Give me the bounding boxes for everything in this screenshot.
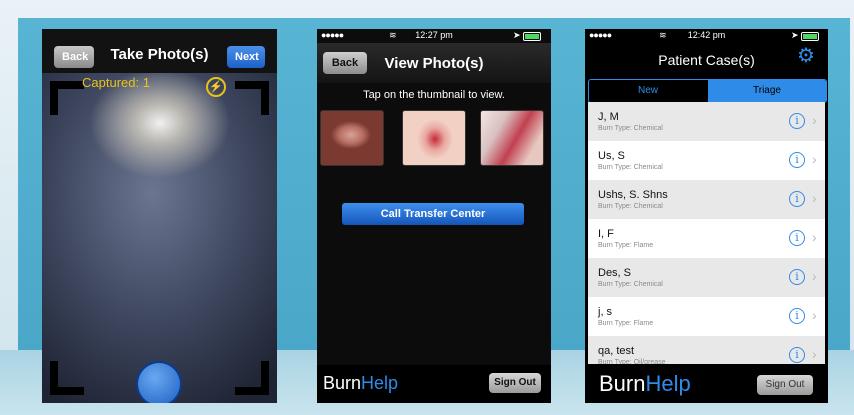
photo-thumbnail[interactable]	[321, 111, 383, 165]
burn-type: Burn Type: Chemical	[598, 164, 663, 171]
frame-corner-icon	[235, 361, 269, 395]
nav-bar: Back Take Photo(s) Next	[42, 29, 277, 73]
info-icon[interactable]: i	[789, 347, 805, 363]
tab-triage[interactable]: Triage	[708, 80, 826, 102]
chevron-right-icon: ›	[812, 307, 817, 323]
chevron-right-icon: ›	[812, 229, 817, 245]
burn-type: Burn Type: Chemical	[598, 125, 663, 132]
list-item[interactable]: J, M Burn Type: Chemical i ›	[588, 102, 825, 141]
patient-cases-screen: ●●●●● ≋ 12:42 pm ➤ Patient Case(s) ⚙ New…	[585, 29, 828, 403]
burn-type: Burn Type: Chemical	[598, 203, 663, 210]
case-list[interactable]: J, M Burn Type: Chemical i › Us, S Burn …	[588, 102, 825, 364]
sign-out-button[interactable]: Sign Out	[489, 373, 541, 393]
view-photos-screen: ●●●●● ≋ 12:27 pm ➤ Back View Photo(s) Ta…	[317, 29, 551, 403]
frame-corner-icon	[50, 81, 84, 115]
frame-corner-icon	[50, 361, 84, 395]
segmented-control: New Triage	[588, 79, 827, 103]
list-item[interactable]: I, F Burn Type: Flame i ›	[588, 219, 825, 258]
chevron-right-icon: ›	[812, 346, 817, 362]
info-icon[interactable]: i	[789, 191, 805, 207]
gear-icon[interactable]: ⚙	[797, 46, 815, 66]
footer-bar: BurnHelp Sign Out	[585, 365, 828, 403]
patient-name: qa, test	[598, 345, 635, 357]
camera-viewfinder[interactable]: Captured: 1 ⚡	[42, 73, 277, 403]
call-transfer-center-button[interactable]: Call Transfer Center	[342, 203, 524, 225]
list-item[interactable]: qa, test Burn Type: Oil/grease i ›	[588, 336, 825, 364]
info-icon[interactable]: i	[789, 230, 805, 246]
info-icon[interactable]: i	[789, 269, 805, 285]
patient-name: I, F	[598, 228, 614, 240]
burn-type: Burn Type: Flame	[598, 320, 654, 327]
battery-icon	[523, 32, 541, 41]
status-bar: ●●●●● ≋ 12:27 pm ➤	[317, 29, 551, 43]
chevron-right-icon: ›	[812, 151, 817, 167]
patient-name: j, s	[598, 306, 613, 318]
chevron-right-icon: ›	[812, 190, 817, 206]
page-title: View Photo(s)	[384, 55, 484, 72]
list-item[interactable]: Us, S Burn Type: Chemical i ›	[588, 141, 825, 180]
info-icon[interactable]: i	[789, 308, 805, 324]
logo-part: Burn	[323, 373, 362, 393]
flash-off-icon[interactable]: ⚡	[206, 77, 226, 97]
instruction-text: Tap on the thumbnail to view.	[363, 89, 505, 101]
sign-out-button[interactable]: Sign Out	[757, 375, 813, 395]
location-icon: ➤	[791, 30, 799, 40]
info-icon[interactable]: i	[789, 113, 805, 129]
shutter-button[interactable]	[138, 363, 180, 403]
next-button[interactable]: Next	[227, 46, 265, 68]
photo-thumbnail[interactable]	[481, 111, 543, 165]
chevron-right-icon: ›	[812, 268, 817, 284]
burn-type: Burn Type: Flame	[598, 242, 654, 249]
footer-bar: BurnHelp Sign Out	[317, 365, 551, 403]
chevron-right-icon: ›	[812, 112, 817, 128]
list-item[interactable]: Des, S Burn Type: Chemical i ›	[588, 258, 825, 297]
list-item[interactable]: j, s Burn Type: Flame i ›	[588, 297, 825, 336]
page-title: Patient Case(s)	[658, 52, 755, 68]
battery-icon	[801, 32, 819, 41]
patient-name: Ushs, S. Shns	[598, 189, 668, 201]
camera-screen: Back Take Photo(s) Next Captured: 1 ⚡	[42, 29, 277, 403]
burnhelp-logo: BurnHelp	[599, 371, 691, 397]
photo-thumbnail[interactable]	[403, 111, 465, 165]
patient-name: J, M	[598, 111, 619, 123]
status-bar: ●●●●● ≋ 12:42 pm ➤	[585, 29, 828, 43]
patient-name: Des, S	[598, 267, 632, 279]
patient-name: Us, S	[598, 150, 625, 162]
frame-corner-icon	[235, 81, 269, 115]
logo-part: Help	[361, 373, 399, 393]
burnhelp-logo: BurnHelp	[323, 373, 398, 394]
nav-bar: Patient Case(s) ⚙	[585, 43, 828, 75]
logo-part: Burn	[599, 371, 646, 396]
captured-count: Captured: 1	[82, 75, 150, 90]
burn-type: Burn Type: Chemical	[598, 281, 663, 288]
logo-part: Help	[645, 371, 691, 396]
tab-new[interactable]: New	[589, 80, 707, 102]
list-item[interactable]: Ushs, S. Shns Burn Type: Chemical i ›	[588, 180, 825, 219]
info-icon[interactable]: i	[789, 152, 805, 168]
burn-type: Burn Type: Oil/grease	[598, 359, 666, 364]
nav-bar: Back View Photo(s)	[317, 43, 551, 83]
location-icon: ➤	[513, 30, 521, 40]
